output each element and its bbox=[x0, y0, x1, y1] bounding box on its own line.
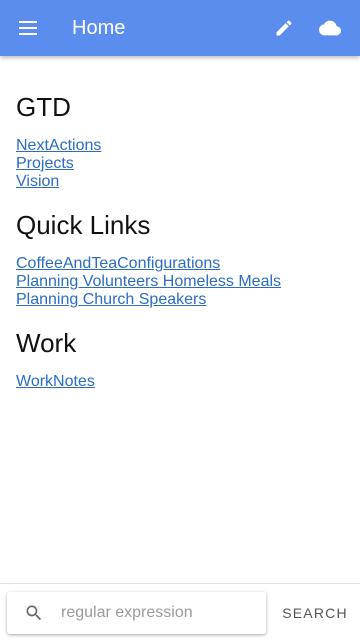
link-list: NextActions Projects Vision bbox=[16, 137, 346, 191]
cloud-icon bbox=[319, 20, 341, 36]
link-list: WorkNotes bbox=[16, 373, 346, 391]
search-button[interactable]: SEARCH bbox=[276, 592, 354, 634]
list-item: Vision bbox=[16, 173, 346, 191]
page-link[interactable]: WorkNotes bbox=[16, 373, 95, 390]
list-item: Projects bbox=[16, 155, 346, 173]
section-work: Work WorkNotes bbox=[16, 328, 346, 391]
page-link[interactable]: Projects bbox=[16, 155, 74, 172]
page-link[interactable]: Vision bbox=[16, 173, 59, 190]
page-link[interactable]: CoffeeAndTeaConfigurations bbox=[16, 255, 220, 272]
search-field-container bbox=[7, 592, 266, 634]
list-item: WorkNotes bbox=[16, 373, 346, 391]
link-list: CoffeeAndTeaConfigurations Planning Volu… bbox=[16, 255, 346, 309]
menu-button[interactable] bbox=[16, 16, 40, 40]
page-link[interactable]: NextActions bbox=[16, 137, 101, 154]
section-heading: GTD bbox=[16, 92, 71, 122]
pencil-icon bbox=[276, 20, 292, 36]
page-link[interactable]: Planning Volunteers Homeless Meals bbox=[16, 273, 281, 290]
sync-button[interactable] bbox=[318, 16, 342, 40]
section-heading: Quick Links bbox=[16, 210, 151, 240]
menu-icon bbox=[19, 21, 37, 35]
section-heading: Work bbox=[16, 328, 77, 358]
search-input[interactable] bbox=[61, 598, 257, 628]
app-bar: Home bbox=[0, 0, 360, 56]
page-link[interactable]: Planning Church Speakers bbox=[16, 291, 206, 308]
edit-button[interactable] bbox=[272, 16, 296, 40]
list-item: Planning Volunteers Homeless Meals bbox=[16, 273, 346, 291]
section-quick-links: Quick Links CoffeeAndTeaConfigurations P… bbox=[16, 210, 346, 309]
home-content: GTD NextActions Projects Vision Quick Li… bbox=[16, 92, 346, 410]
list-item: Planning Church Speakers bbox=[16, 291, 346, 309]
search-bar: SEARCH bbox=[0, 583, 360, 640]
list-item: CoffeeAndTeaConfigurations bbox=[16, 255, 346, 273]
list-item: NextActions bbox=[16, 137, 346, 155]
section-gtd: GTD NextActions Projects Vision bbox=[16, 92, 346, 191]
search-icon bbox=[26, 605, 42, 621]
page-title: Home bbox=[72, 17, 126, 39]
